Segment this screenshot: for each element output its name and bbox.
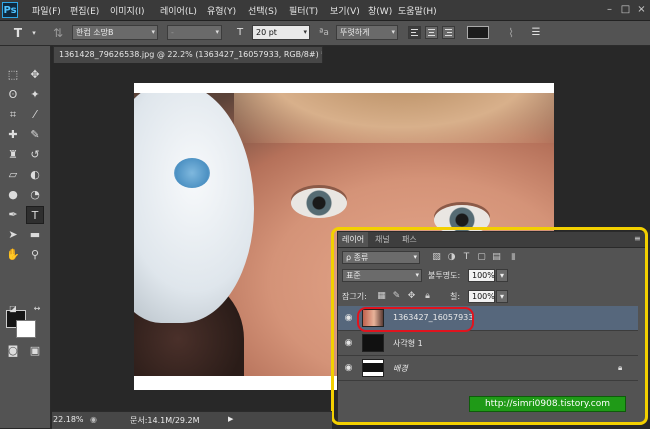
menu-window[interactable]: 창(W) (368, 4, 392, 17)
status-bar: 22.18% ◉ 문서:14.1M/29.2M ▶ (52, 411, 332, 429)
brush-tool-icon[interactable]: ✎ (26, 126, 44, 144)
menu-filter[interactable]: 필터(T) (289, 4, 318, 17)
tools-panel: ⬚ ✥ ʘ ✦ ⌗ ⁄ ✚ ✎ ♜ ↺ ▱ ◐ ● ◔ ✒ T ➤ ▬ ✋ ⚲ … (0, 46, 51, 428)
quick-mask-icon[interactable]: ◙ (4, 342, 22, 360)
crop-tool-icon[interactable]: ⌗ (4, 106, 22, 124)
font-family-select[interactable]: 한컴 소망B ▾ (72, 25, 158, 40)
text-orientation-icon[interactable]: ⇅ (50, 25, 66, 41)
font-style-select[interactable]: - ▾ (167, 25, 222, 40)
hand-tool-icon[interactable]: ✋ (4, 246, 22, 264)
chevron-down-icon: ▾ (391, 28, 395, 36)
align-center-button[interactable] (425, 26, 438, 39)
swap-colors-icon[interactable]: ↔ (28, 300, 46, 318)
document-tab[interactable]: 1361428_79626538.jpg @ 22.2% (1363427_16… (53, 46, 323, 63)
font-size-select[interactable]: 20 pt ▾ (252, 25, 310, 40)
warp-text-icon[interactable]: ⌇ (503, 25, 519, 41)
photo-eye-left (291, 188, 347, 218)
blog-watermark: http://simri0908.tistory.com (469, 396, 626, 412)
align-right-button[interactable] (442, 26, 455, 39)
menu-view[interactable]: 보기(V) (330, 4, 360, 17)
align-left-button[interactable] (408, 26, 421, 39)
marquee-tool-icon[interactable]: ⬚ (4, 66, 22, 84)
menu-select[interactable]: 선택(S) (248, 4, 277, 17)
text-color-swatch[interactable] (467, 26, 489, 39)
blur-tool-icon[interactable]: ● (4, 186, 22, 204)
status-icon: ◉ (90, 415, 97, 424)
menu-edit[interactable]: 편집(E) (70, 4, 99, 17)
photo-hair (234, 93, 554, 143)
path-selection-icon[interactable]: ➤ (4, 226, 22, 244)
dodge-tool-icon[interactable]: ◔ (26, 186, 44, 204)
menu-help[interactable]: 도움말(H) (398, 4, 437, 17)
clone-stamp-icon[interactable]: ♜ (4, 146, 22, 164)
selected-layer-highlight (357, 307, 474, 332)
font-style-value: - (171, 28, 174, 37)
document-info: 문서:14.1M/29.2M (130, 416, 200, 425)
pen-tool-icon[interactable]: ✒ (4, 206, 22, 224)
chevron-down-icon: ▾ (151, 28, 155, 36)
magic-wand-icon[interactable]: ✦ (26, 86, 44, 104)
history-brush-icon[interactable]: ↺ (26, 146, 44, 164)
antialias-label: ªa (319, 28, 329, 38)
menu-layer[interactable]: 레이어(L) (160, 4, 197, 17)
move-tool-icon[interactable]: ✥ (26, 66, 44, 84)
character-panel-icon[interactable]: ☰ (528, 25, 544, 41)
font-size-value: 20 pt (256, 28, 277, 37)
zoom-level[interactable]: 22.18% (53, 415, 84, 424)
options-bar: T ▾ ⇅ 한컴 소망B ▾ - ▾ T 20 pt ▾ ªa 뚜렷하게 ▾ ⌇ ☰ (0, 21, 650, 46)
default-colors-icon[interactable]: ◪ (4, 300, 22, 318)
font-family-value: 한컴 소망B (76, 28, 114, 37)
photoshop-logo: Ps (2, 2, 18, 18)
shape-tool-icon[interactable]: ▬ (26, 226, 44, 244)
chevron-down-icon: ▾ (303, 28, 307, 36)
paint-bucket-icon[interactable]: ◐ (26, 166, 44, 184)
type-tool-preset-icon[interactable]: T (10, 25, 26, 41)
type-tool-icon[interactable]: T (26, 206, 44, 224)
document-tab-title: 1361428_79626538.jpg @ 22.2% (1363427_16… (59, 50, 323, 59)
font-size-icon: T (236, 27, 244, 38)
status-menu-arrow-icon[interactable]: ▶ (228, 415, 233, 423)
chevron-down-icon: ▾ (215, 28, 219, 36)
screen-mode-icon[interactable]: ▣ (26, 342, 44, 360)
antialias-value: 뚜렷하게 (340, 28, 370, 37)
menu-file[interactable]: 파일(F) (32, 4, 61, 17)
lasso-tool-icon[interactable]: ʘ (4, 86, 22, 104)
preset-dropdown-icon[interactable]: ▾ (26, 25, 42, 41)
menu-bar: Ps 파일(F) 편집(E) 이미지(I) 레이어(L) 유형(Y) 선택(S)… (0, 0, 650, 21)
maximize-button[interactable]: □ (619, 3, 632, 16)
antialias-select[interactable]: 뚜렷하게 ▾ (336, 25, 398, 40)
zoom-tool-icon[interactable]: ⚲ (26, 246, 44, 264)
menu-type[interactable]: 유형(Y) (207, 4, 236, 17)
plush-toy-patch (174, 158, 210, 188)
minimize-button[interactable]: – (603, 3, 616, 16)
eraser-tool-icon[interactable]: ▱ (4, 166, 22, 184)
menu-image[interactable]: 이미지(I) (110, 4, 145, 17)
background-color-swatch[interactable] (16, 320, 36, 338)
eyedropper-tool-icon[interactable]: ⁄ (26, 106, 44, 124)
healing-brush-icon[interactable]: ✚ (4, 126, 22, 144)
close-button[interactable]: × (635, 3, 648, 16)
